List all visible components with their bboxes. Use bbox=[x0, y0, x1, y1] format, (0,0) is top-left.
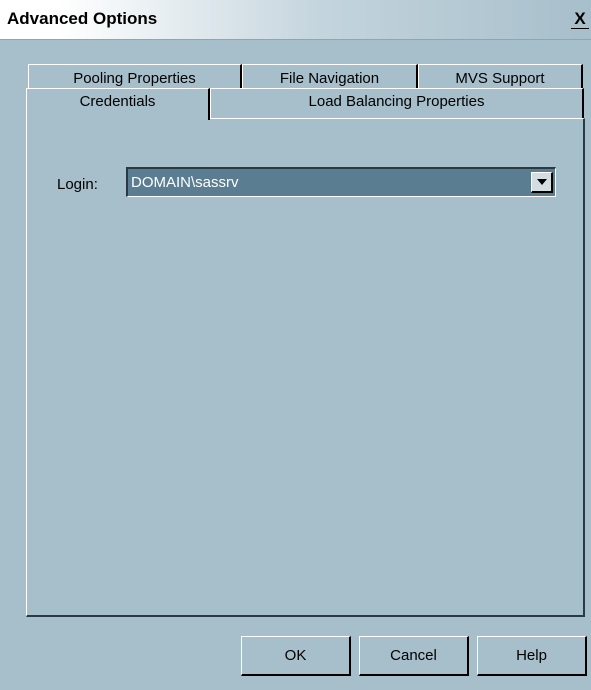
tab-credentials[interactable]: Credentials bbox=[26, 88, 210, 120]
login-select[interactable]: DOMAIN\sassrv bbox=[126, 167, 556, 197]
tab-pooling-properties[interactable]: Pooling Properties bbox=[28, 64, 242, 90]
tab-mvs-support[interactable]: MVS Support bbox=[418, 64, 583, 90]
dropdown-button[interactable] bbox=[531, 172, 553, 193]
tab-file-navigation[interactable]: File Navigation bbox=[242, 64, 418, 90]
login-value: DOMAIN\sassrv bbox=[131, 174, 239, 191]
login-label: Login: bbox=[57, 176, 98, 193]
dialog-title: Advanced Options bbox=[7, 9, 158, 28]
title-bar[interactable]: Advanced Options X bbox=[0, 0, 591, 40]
close-button[interactable]: X bbox=[571, 10, 589, 29]
cancel-button[interactable]: Cancel bbox=[359, 636, 469, 676]
advanced-options-dialog: Advanced Options X Pooling Properties Fi… bbox=[0, 0, 591, 690]
ok-button[interactable]: OK bbox=[241, 636, 351, 676]
help-button[interactable]: Help bbox=[477, 636, 587, 676]
tab-load-balancing-properties[interactable]: Load Balancing Properties bbox=[210, 88, 584, 118]
chevron-down-icon bbox=[537, 179, 547, 185]
credentials-panel: Login: DOMAIN\sassrv bbox=[26, 118, 585, 617]
